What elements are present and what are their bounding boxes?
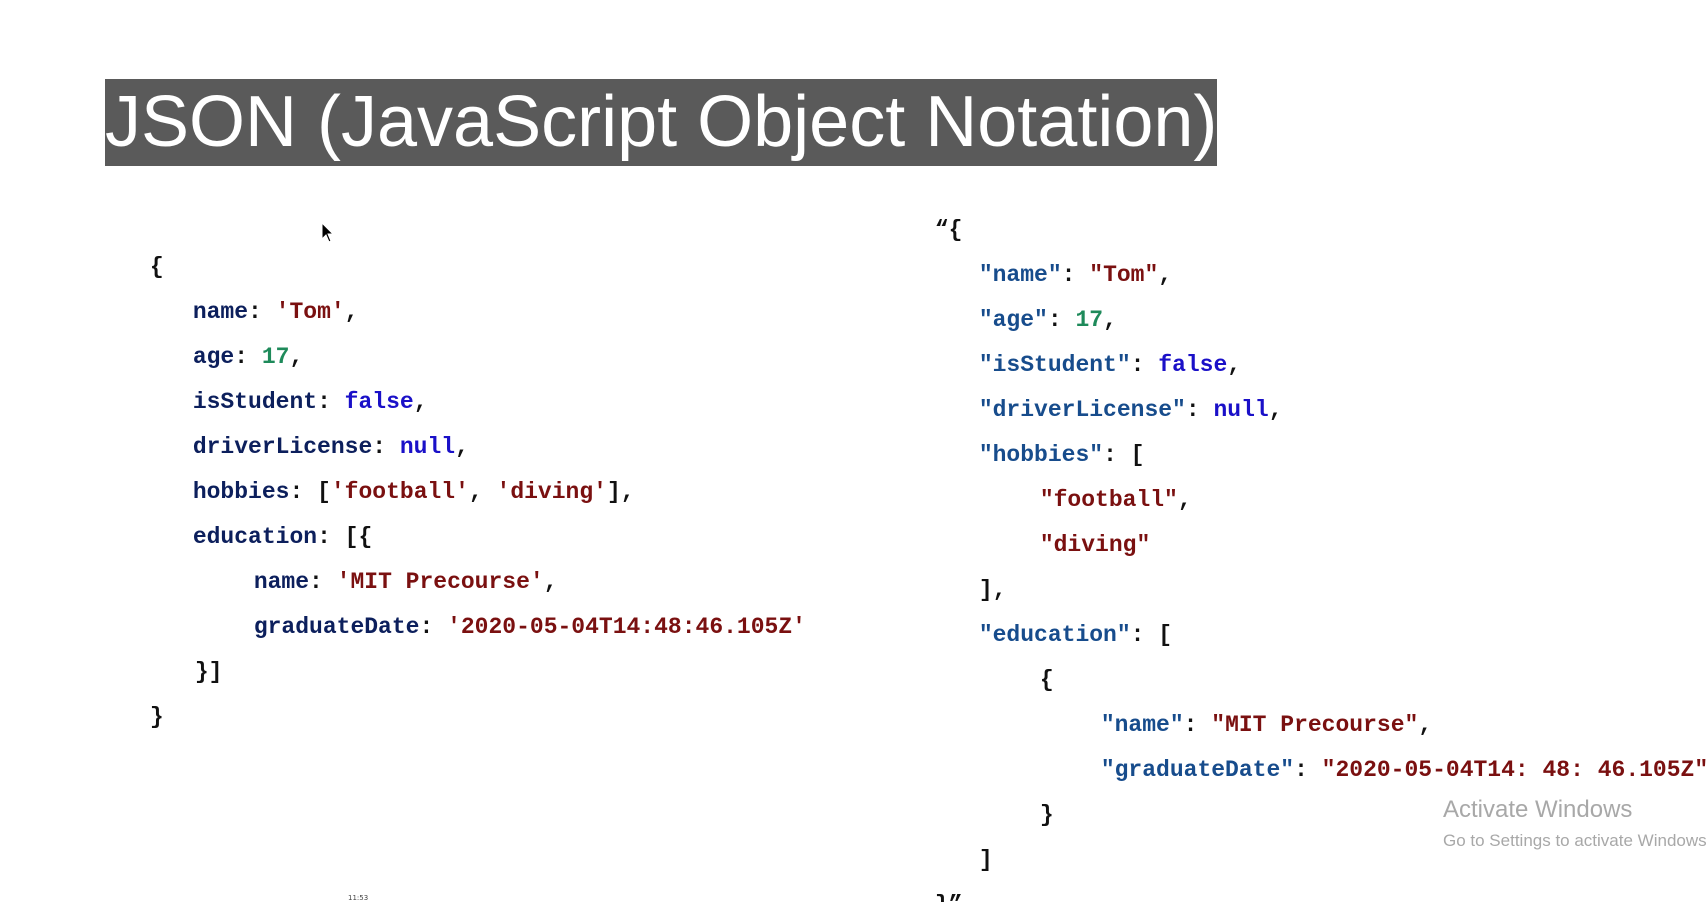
code-line: "graduateDate": "2020-05-04T14: 48: 46.1… — [1100, 757, 1707, 783]
code-line: "name": "Tom", — [978, 262, 1173, 288]
code-line: { — [67, 222, 164, 280]
code-line: } — [67, 672, 164, 730]
code-line: }] — [112, 627, 223, 685]
code-line: }” — [852, 860, 963, 902]
code-line: ], — [978, 577, 1007, 603]
code-line: name: 'MIT Precourse', — [253, 569, 558, 595]
json-string-code-block: “{ "name": "Tom", "age": 17, "isStudent"… — [852, 185, 1707, 902]
code-line: name: 'Tom', — [192, 299, 359, 325]
code-line: “{ — [852, 185, 963, 243]
code-string: 'diving' — [496, 479, 607, 505]
code-line: "hobbies": [ — [978, 442, 1145, 468]
close-brace: } — [149, 704, 164, 730]
code-line: { — [1039, 667, 1054, 693]
code-line: } — [1039, 802, 1054, 828]
close-bracket: }] — [194, 659, 223, 685]
code-line: "age": 17, — [978, 307, 1117, 333]
mouse-pointer-icon — [321, 222, 335, 243]
code-line: graduateDate: '2020-05-04T14:48:46.105Z' — [253, 614, 806, 640]
code-line: "football", — [1039, 487, 1192, 513]
activate-windows-watermark: Activate Windows — [1443, 796, 1633, 823]
code-line: "education": [ — [978, 622, 1173, 648]
code-null: null — [1213, 397, 1269, 423]
activate-windows-hint: Go to Settings to activate Windows. — [1443, 831, 1707, 850]
code-string: "2020-05-04T14: 48: 46.105Z" — [1321, 757, 1707, 783]
code-line: driverLicense: null, — [192, 434, 469, 460]
code-line: "driverLicense": null, — [978, 397, 1283, 423]
footer-timestamp: 11:53 — [348, 894, 369, 902]
slide: JSON (JavaScript Object Notation) { name… — [0, 0, 1707, 902]
code-line: isStudent: false, — [192, 389, 428, 415]
code-line: hobbies: ['football', 'diving'], — [192, 479, 635, 505]
code-line: ] — [978, 847, 993, 873]
code-line: "diving" — [957, 500, 1150, 558]
code-line: "isStudent": false, — [978, 352, 1242, 378]
code-string: "diving" — [1039, 532, 1151, 558]
code-string: '2020-05-04T14:48:46.105Z' — [447, 614, 806, 640]
close-brace-quote: }” — [935, 892, 963, 902]
slide-title: JSON (JavaScript Object Notation) — [105, 79, 1217, 166]
code-key: "graduateDate" — [1100, 757, 1295, 783]
code-key: graduateDate — [253, 614, 420, 640]
code-line: "name": "MIT Precourse", — [1100, 712, 1433, 738]
code-line: age: 17, — [192, 344, 304, 370]
code-line: education: [{ — [192, 524, 373, 550]
js-object-code-block: { name: 'Tom', age: 17, isStudent: false… — [67, 222, 806, 730]
